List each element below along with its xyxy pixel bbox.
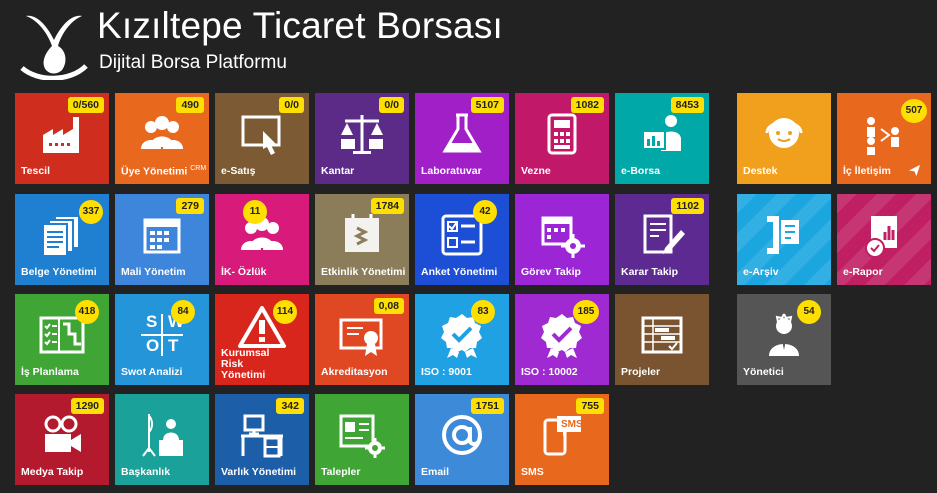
tile-label: Vezne (521, 165, 551, 177)
tile-label: Üye Yönetimi CRM (121, 163, 207, 178)
tile-label: e-Borsa (621, 165, 661, 177)
tile-anket-yonetimi[interactable]: 42 Anket Yönetimi (415, 194, 509, 285)
count-badge: 11 (243, 200, 267, 224)
count-badge: 84 (171, 300, 195, 324)
tile-label: ISO : 9001 (421, 366, 472, 378)
tile-label: Kantar (321, 165, 355, 177)
tile-baskanlik[interactable]: Başkanlık (115, 394, 209, 485)
swot-letter-o: O (146, 336, 160, 355)
count-badge: 418 (75, 300, 99, 324)
tile-label: Yönetici (743, 366, 784, 378)
count-badge: 54 (797, 300, 821, 324)
tile-e-borsa[interactable]: 8453 e-Borsa (615, 93, 709, 184)
count-badge: 83 (471, 300, 495, 324)
swot-letter-t: T (168, 336, 179, 355)
tile-email[interactable]: 1751 Email (415, 394, 509, 485)
tile-label: Email (421, 466, 450, 478)
tile-ik-ozluk[interactable]: 11 İK- Özlük (215, 194, 309, 285)
header: Kızıltepe Ticaret Borsası Dijital Borsa … (0, 0, 937, 88)
tile-iso-10002[interactable]: 185 ISO : 10002 (515, 294, 609, 385)
tile-kantar[interactable]: 0/0 Kantar (315, 93, 409, 184)
tile-e-satis[interactable]: 0/0 e-Satış (215, 93, 309, 184)
tile-akreditasyon[interactable]: 0,08 Akreditasyon (315, 294, 409, 385)
tile-kurumsal-risk[interactable]: 114 Kurumsal Risk Yönetimi (215, 294, 309, 385)
count-badge: 1751 (470, 398, 504, 414)
count-badge: 185 (573, 300, 599, 324)
tile-tescil[interactable]: 0/560 Tescil (15, 93, 109, 184)
tile-swot-analizi[interactable]: S W O T 84 Swot Analizi (115, 294, 209, 385)
tile-label: İş Planlama (21, 366, 79, 378)
tile-label: Karar Takip (621, 266, 678, 278)
tile-label: Projeler (621, 366, 661, 378)
tile-talepler[interactable]: Talepler (315, 394, 409, 485)
tile-varlik-yonetimi[interactable]: 342 Varlık Yönetimi (215, 394, 309, 485)
tile-label: e-Satış (221, 165, 256, 177)
tile-label: İK- Özlük (221, 266, 267, 278)
count-badge: 0,08 (373, 298, 404, 314)
count-badge: 0/0 (279, 97, 304, 113)
count-badge: 0/560 (67, 97, 104, 113)
tile-yonetici[interactable]: 54 Yönetici (737, 294, 831, 385)
tile-label: Kurumsal Risk Yönetimi (221, 347, 270, 381)
tile-laboratuvar[interactable]: 5107 Laboratuvar (415, 93, 509, 184)
tile-etkinlik-yonetimi[interactable]: 1784 Etkinlik Yönetimi (315, 194, 409, 285)
count-badge: 8453 (670, 97, 704, 113)
tile-belge-yonetimi[interactable]: 337 Belge Yönetimi (15, 194, 109, 285)
count-badge: 1290 (70, 398, 104, 414)
tile-projeler[interactable]: Projeler (615, 294, 709, 385)
tile-e-arsiv[interactable]: e-Arşiv (737, 194, 831, 285)
count-badge: 0/0 (379, 97, 404, 113)
tile-sms[interactable]: SMS 755 SMS (515, 394, 609, 485)
swot-letter-s: S (146, 312, 158, 331)
logo-icon (20, 15, 88, 80)
count-badge: 490 (176, 97, 204, 113)
count-badge: 755 (576, 398, 604, 414)
tile-label: Akreditasyon (321, 366, 388, 378)
tile-is-planlama[interactable]: 418 İş Planlama (15, 294, 109, 385)
tile-label-text: Üye Yönetimi (121, 165, 188, 177)
tile-label: SMS (521, 466, 544, 478)
tile-label: ISO : 10002 (521, 366, 578, 378)
tile-label: Destek (743, 165, 778, 177)
send-icon (908, 164, 921, 177)
tile-label: Talepler (321, 466, 361, 478)
tile-label: Tescil (21, 165, 50, 177)
tile-ic-iletisim[interactable]: 507 İç İletişim (837, 93, 931, 184)
tile-gorev-takip[interactable]: Görev Takip (515, 194, 609, 285)
tile-label: Görev Takip (521, 266, 581, 278)
tile-vezne[interactable]: 1082 Vezne (515, 93, 609, 184)
tile-label: Varlık Yönetimi (221, 466, 297, 478)
count-badge: 337 (79, 200, 103, 224)
count-badge: 1082 (570, 97, 604, 113)
count-badge: 279 (176, 198, 204, 214)
tile-e-rapor[interactable]: e-Rapor (837, 194, 931, 285)
count-badge: 507 (901, 99, 927, 123)
count-badge: 114 (273, 300, 297, 324)
count-badge: 342 (276, 398, 304, 414)
tile-iso-9001[interactable]: 83 ISO : 9001 (415, 294, 509, 385)
tile-label: Laboratuvar (421, 165, 482, 177)
tile-label: Belge Yönetimi (21, 266, 97, 278)
tile-medya-takip[interactable]: 1290 Medya Takip (15, 394, 109, 485)
tile-mali-yonetim[interactable]: 279 Mali Yönetim (115, 194, 209, 285)
tile-label: e-Rapor (843, 266, 883, 278)
tile-label: Etkinlik Yönetimi (321, 266, 406, 278)
tile-label: Anket Yönetimi (421, 266, 498, 278)
tile-karar-takip[interactable]: 1102 Karar Takip (615, 194, 709, 285)
count-badge: 1784 (370, 198, 404, 214)
tile-label: Swot Analizi (121, 366, 183, 378)
sms-bubble-text: SMS (561, 419, 583, 430)
page-title: Kızıltepe Ticaret Borsası (97, 5, 504, 46)
tile-destek[interactable]: Destek (737, 93, 831, 184)
tile-label: Medya Takip (21, 466, 84, 478)
tile-label: Başkanlık (121, 466, 171, 478)
count-badge: 5107 (470, 97, 504, 113)
page-subtitle: Dijital Borsa Platformu (99, 52, 287, 73)
crm-tag: CRM (190, 164, 207, 172)
tile-uye-yonetimi[interactable]: 490 Üye Yönetimi CRM (115, 93, 209, 184)
count-badge: 1102 (671, 198, 704, 214)
count-badge: 42 (473, 200, 497, 224)
tile-label: Mali Yönetim (121, 266, 186, 278)
tile-label: e-Arşiv (743, 266, 779, 278)
